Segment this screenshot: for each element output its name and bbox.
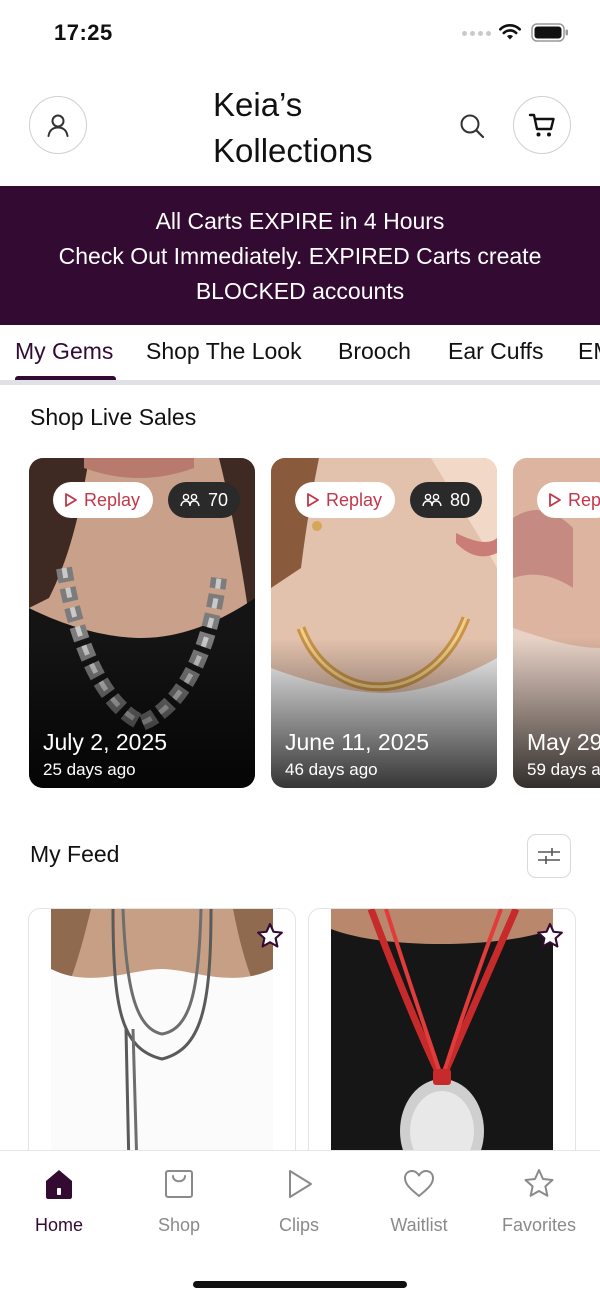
live-sales-title: Shop Live Sales bbox=[30, 404, 197, 430]
search-button[interactable] bbox=[456, 110, 488, 142]
cellular-signal-icon bbox=[462, 31, 491, 36]
product-photo bbox=[51, 909, 273, 1167]
cart-icon bbox=[528, 113, 555, 137]
live-sale-age: 25 days ago bbox=[43, 760, 136, 779]
nav-waitlist[interactable]: Waitlist bbox=[364, 1167, 474, 1236]
star-icon bbox=[537, 923, 563, 948]
nav-clips[interactable]: Clips bbox=[244, 1167, 354, 1236]
banner-line1: All Carts EXPIRE in 4 Hours bbox=[155, 208, 445, 234]
battery-icon bbox=[531, 23, 568, 42]
replay-label: Rep bbox=[568, 489, 600, 510]
banner-line2: Check Out Immediately. EXPIRED Carts cre… bbox=[58, 243, 542, 269]
live-sale-card[interactable]: Replay 80 June 11, 2025 46 days ago bbox=[271, 458, 497, 788]
play-icon bbox=[289, 1170, 312, 1198]
store-title-line1: Keia’s bbox=[213, 86, 303, 123]
viewer-count: 70 bbox=[208, 489, 229, 510]
tab-brooch[interactable]: Brooch bbox=[338, 338, 411, 365]
cart-expiry-banner: All Carts EXPIRE in 4 Hours Check Out Im… bbox=[0, 186, 600, 325]
category-tabs: My Gems Shop The Look Brooch Ear Cuffs E… bbox=[0, 325, 600, 385]
play-icon bbox=[65, 493, 77, 507]
nav-clips-label: Clips bbox=[278, 1215, 319, 1235]
heart-icon bbox=[404, 1170, 434, 1197]
live-sale-age: 46 days ago bbox=[285, 760, 378, 779]
banner-line3: BLOCKED accounts bbox=[195, 278, 405, 304]
live-sales-carousel[interactable]: Replay 70 July 2, 2025 25 days ago Repla… bbox=[0, 458, 600, 788]
live-sale-age: 59 days a bbox=[527, 760, 600, 779]
status-time: 17:25 bbox=[54, 20, 113, 45]
shopping-bag-icon bbox=[165, 1170, 193, 1198]
bottom-navigation: Home Shop Clips Waitlist Favorites bbox=[0, 1150, 600, 1299]
live-sale-date: May 29 bbox=[527, 729, 600, 755]
nav-waitlist-label: Waitlist bbox=[390, 1215, 448, 1235]
star-icon bbox=[257, 923, 283, 948]
viewers-icon bbox=[180, 493, 200, 507]
tab-shop-the-look[interactable]: Shop The Look bbox=[146, 338, 302, 365]
replay-label: Replay bbox=[326, 489, 383, 510]
favorite-button[interactable] bbox=[533, 919, 567, 953]
star-icon bbox=[524, 1169, 554, 1197]
home-icon bbox=[46, 1170, 72, 1199]
nav-home-label: Home bbox=[34, 1215, 83, 1235]
viewer-count-badge: 70 bbox=[168, 482, 241, 518]
play-icon bbox=[307, 493, 319, 507]
cart-button[interactable] bbox=[513, 96, 571, 154]
store-title-line2: Kollections bbox=[213, 132, 373, 169]
favorite-button[interactable] bbox=[253, 919, 287, 953]
nav-favorites-label: Favorites bbox=[501, 1215, 577, 1235]
active-tab-indicator bbox=[15, 376, 116, 380]
replay-button[interactable]: Replay bbox=[53, 482, 154, 518]
live-sale-card[interactable]: Replay 70 July 2, 2025 25 days ago bbox=[29, 458, 255, 788]
home-indicator[interactable] bbox=[193, 1281, 407, 1288]
profile-button[interactable] bbox=[29, 96, 87, 154]
feed-product-card[interactable] bbox=[308, 908, 576, 1168]
tab-ear-cuffs[interactable]: Ear Cuffs bbox=[448, 338, 543, 365]
nav-shop-label: Shop bbox=[157, 1215, 201, 1235]
sliders-icon bbox=[538, 848, 560, 864]
viewer-count: 80 bbox=[450, 489, 471, 510]
nav-favorites[interactable]: Favorites bbox=[484, 1167, 594, 1236]
store-title: Keia’s Kollections bbox=[213, 82, 433, 174]
product-photo bbox=[331, 909, 553, 1167]
nav-home[interactable]: Home bbox=[4, 1167, 114, 1236]
live-sale-date: July 2, 2025 bbox=[43, 729, 168, 755]
search-icon bbox=[460, 114, 485, 139]
tab-em[interactable]: EM bbox=[578, 338, 600, 365]
play-icon bbox=[549, 493, 561, 507]
viewer-count-badge: 80 bbox=[410, 482, 483, 518]
live-sale-card[interactable]: Rep May 29 59 days a bbox=[513, 458, 600, 788]
feed-product-card[interactable] bbox=[28, 908, 296, 1168]
user-icon bbox=[47, 114, 69, 137]
replay-button[interactable]: Rep bbox=[537, 482, 600, 518]
tab-my-gems[interactable]: My Gems bbox=[15, 338, 113, 365]
replay-label: Replay bbox=[84, 489, 141, 510]
replay-button[interactable]: Replay bbox=[295, 482, 396, 518]
status-bar: 17:25 bbox=[0, 0, 600, 66]
feed-title: My Feed bbox=[30, 841, 120, 867]
viewers-icon bbox=[422, 493, 442, 507]
feed-filter-button[interactable] bbox=[527, 834, 571, 878]
app-header: Keia’s Kollections bbox=[0, 66, 600, 186]
wifi-icon bbox=[499, 24, 521, 40]
live-sale-date: June 11, 2025 bbox=[285, 729, 430, 755]
nav-shop[interactable]: Shop bbox=[124, 1167, 234, 1236]
